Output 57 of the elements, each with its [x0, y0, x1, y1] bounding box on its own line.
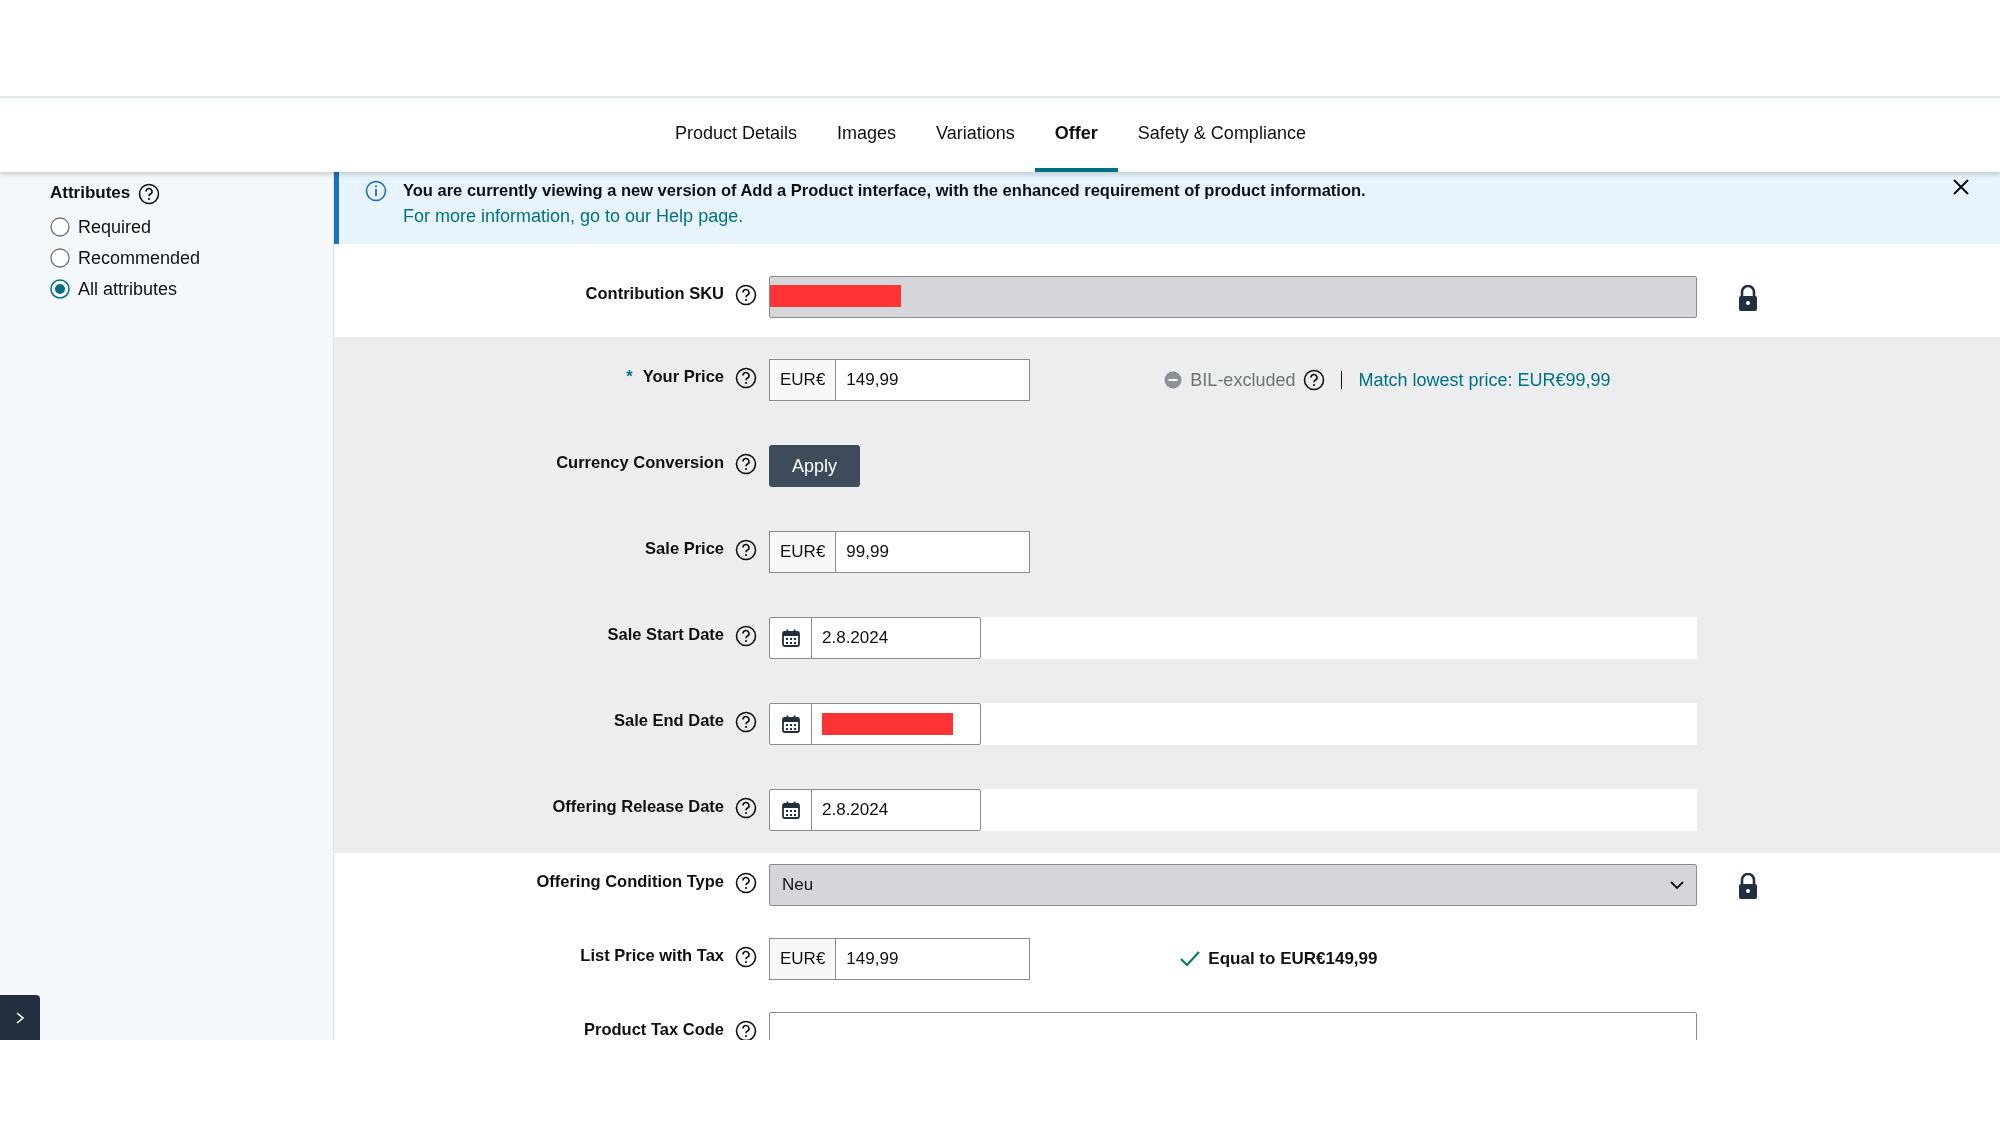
- field-label: Sale End Date: [612, 710, 724, 731]
- help-icon[interactable]: [735, 871, 757, 894]
- validation-text: Equal to EUR€149,99: [1208, 948, 1378, 971]
- tab[interactable]: Variations: [916, 98, 1035, 172]
- field-label: Offering Release Date: [551, 796, 724, 817]
- required-asterisk: *: [626, 367, 633, 385]
- price-field[interactable]: 149,99: [835, 938, 1031, 980]
- field-label: List Price with Tax: [579, 945, 724, 966]
- help-icon[interactable]: [735, 710, 757, 733]
- date-field[interactable]: [769, 703, 981, 745]
- date-field[interactable]: 2.8.2024: [769, 789, 981, 831]
- field-label: Offering Condition Type: [535, 871, 724, 892]
- select-field[interactable]: Neu: [769, 864, 1697, 906]
- sidebar-title: Attributes: [50, 182, 131, 204]
- help-icon[interactable]: [735, 796, 757, 819]
- tab[interactable]: Safety & Compliance: [1117, 98, 1326, 172]
- radio-button[interactable]: [50, 248, 70, 268]
- tab[interactable]: Images: [817, 98, 917, 172]
- price-field[interactable]: 149,99: [835, 359, 1031, 401]
- minus-circle-icon: [1164, 371, 1183, 389]
- radio-button[interactable]: [50, 217, 70, 237]
- check-icon: [1180, 951, 1201, 967]
- help-icon[interactable]: [735, 366, 757, 389]
- tab[interactable]: Product Details: [655, 98, 818, 172]
- help-icon[interactable]: [138, 182, 161, 205]
- match-price-link[interactable]: Match lowest price: EUR€99,99: [1358, 366, 1611, 394]
- help-icon[interactable]: [735, 945, 757, 968]
- help-icon[interactable]: [735, 538, 757, 561]
- radio-label[interactable]: Required: [78, 213, 152, 241]
- radio-label[interactable]: Recommended: [78, 244, 201, 272]
- currency-label: EUR€: [769, 531, 836, 573]
- field-label: Product Tax Code: [583, 1019, 724, 1040]
- calendar-icon[interactable]: [780, 800, 801, 820]
- radio-button[interactable]: [50, 279, 70, 299]
- price-field[interactable]: 99,99: [835, 531, 1031, 573]
- apply-button[interactable]: Apply: [769, 445, 860, 487]
- help-icon[interactable]: [735, 452, 757, 475]
- status-text: BIL-excluded: [1190, 368, 1296, 392]
- date-field[interactable]: 2.8.2024: [769, 617, 981, 659]
- info-icon: [365, 180, 387, 202]
- field-label: Sale Price: [644, 538, 724, 559]
- chevron-icon: [1670, 880, 1684, 890]
- calendar-icon[interactable]: [780, 628, 801, 648]
- help-icon[interactable]: [1303, 369, 1326, 391]
- field-label: Contribution SKU: [584, 283, 724, 304]
- field-label: Currency Conversion: [555, 452, 724, 473]
- currency-label: EUR€: [769, 938, 836, 980]
- calendar-icon[interactable]: [780, 714, 801, 734]
- banner-message: You are currently viewing a new version of Add a Product interface, with the enhanced requirement of product information.: [403, 180, 1366, 201]
- help-icon[interactable]: [735, 1019, 757, 1040]
- field-label: Sale Start Date: [606, 624, 724, 645]
- help-icon[interactable]: [735, 283, 757, 306]
- currency-label: EUR€: [769, 359, 836, 401]
- help-link[interactable]: For more information, go to our Help page.: [403, 205, 744, 226]
- help-icon[interactable]: [735, 624, 757, 647]
- field-label: Your Price: [642, 367, 724, 385]
- radio-label[interactable]: All attributes: [78, 275, 178, 303]
